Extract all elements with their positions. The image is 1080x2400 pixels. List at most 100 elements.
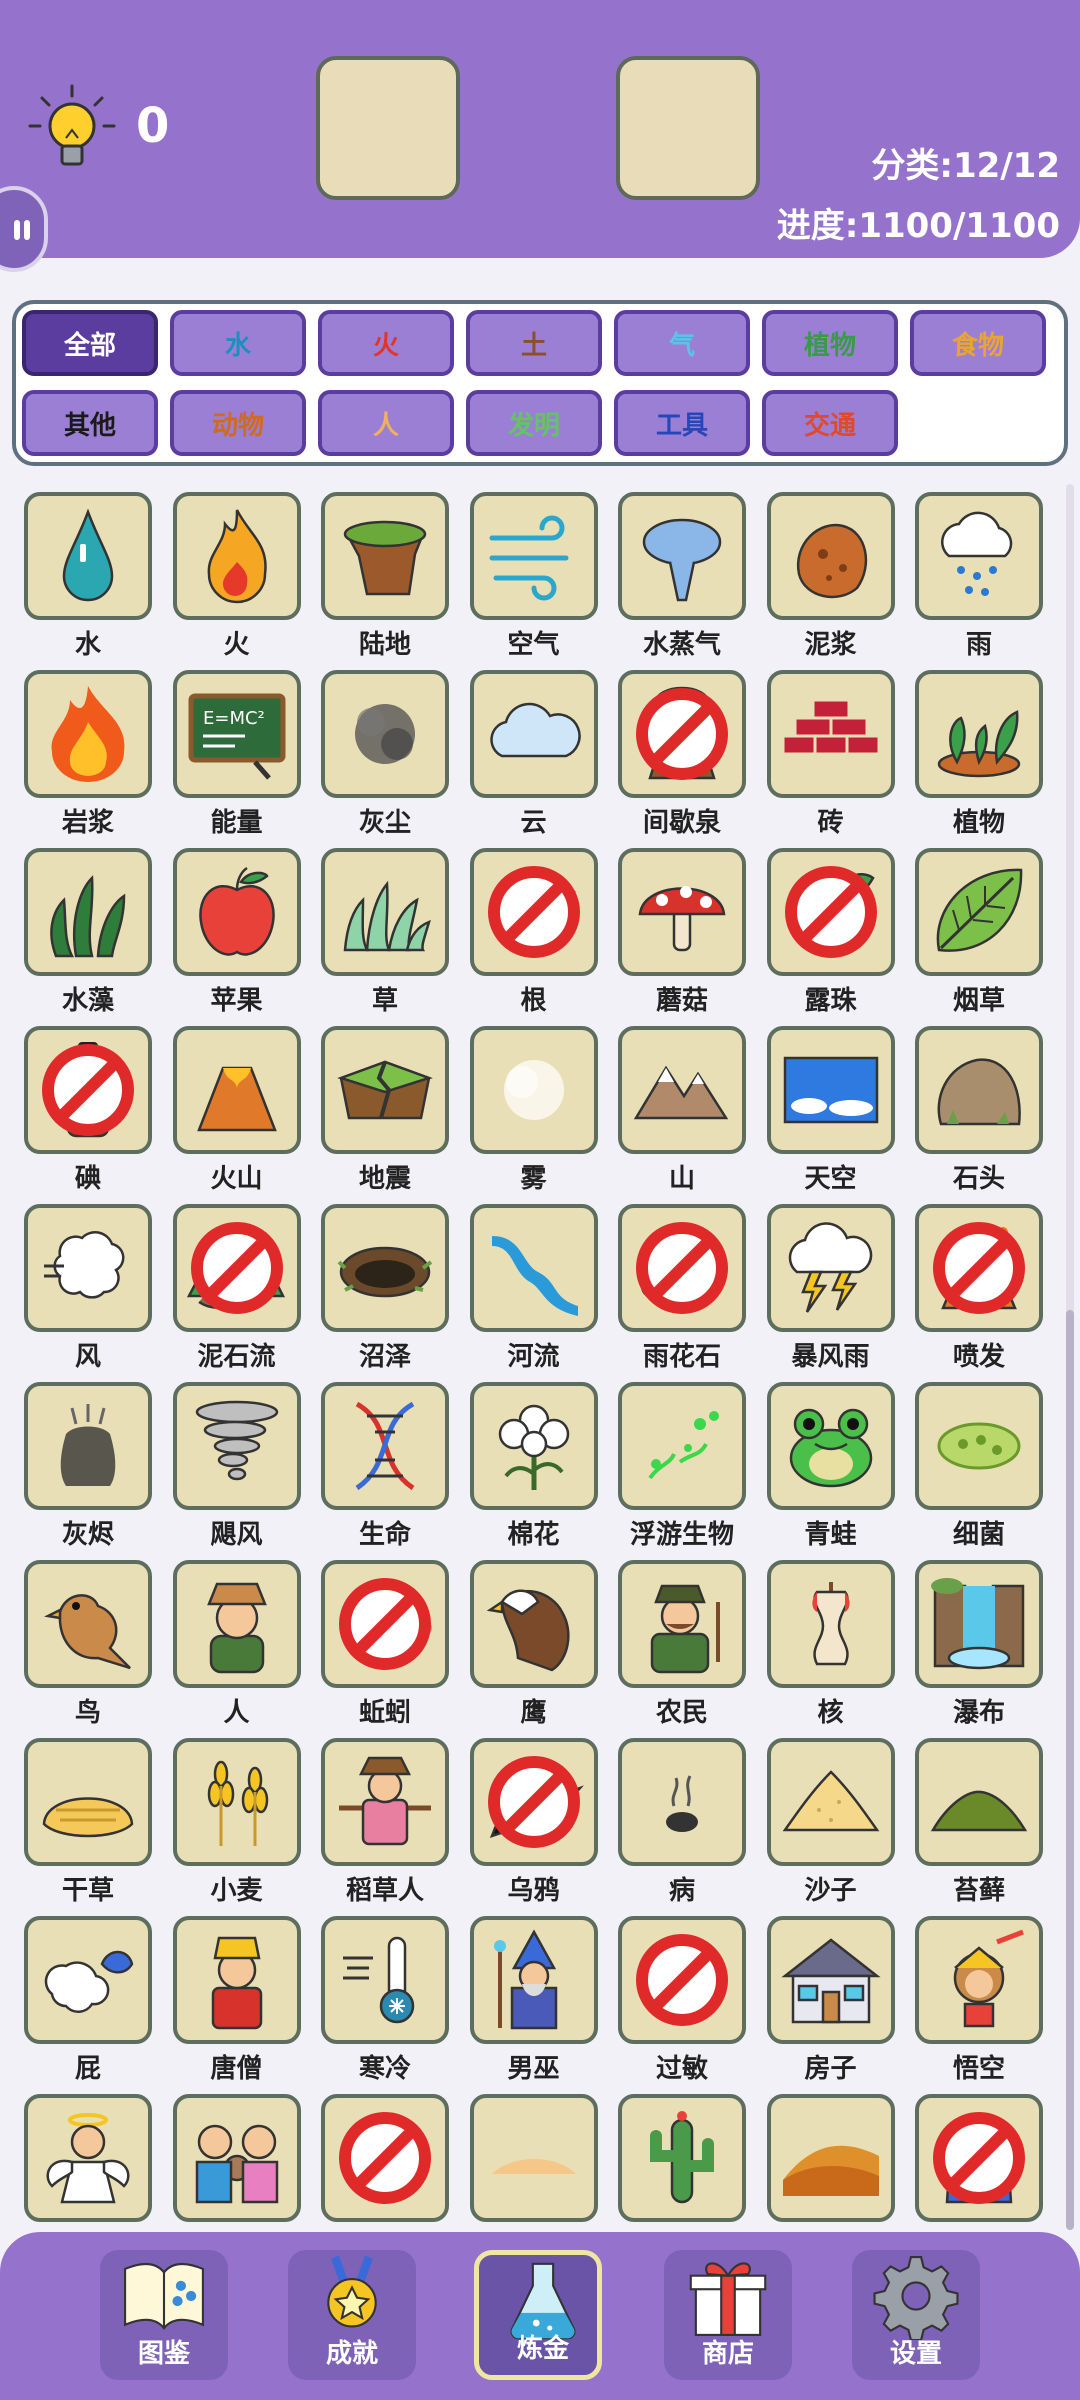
element-card[interactable]: 细菌 — [905, 1374, 1053, 1552]
element-tile[interactable] — [469, 848, 598, 976]
element-card[interactable]: 棉花 — [460, 1374, 608, 1552]
element-tile[interactable] — [172, 1560, 301, 1688]
element-card[interactable]: 蚯蚓 — [311, 1552, 459, 1730]
element-card[interactable]: 水藻 — [14, 840, 162, 1018]
nav-medal[interactable]: 成就 — [288, 2250, 416, 2380]
element-tile[interactable] — [469, 1738, 598, 1866]
element-tile[interactable] — [469, 1916, 598, 2044]
element-tile[interactable] — [766, 1738, 895, 1866]
element-tile[interactable] — [469, 1560, 598, 1688]
element-card[interactable]: 天空 — [757, 1018, 905, 1196]
element-tile[interactable] — [24, 1026, 152, 1154]
element-card[interactable]: 泥石流 — [163, 1196, 311, 1374]
element-tile[interactable] — [172, 1204, 301, 1332]
element-card[interactable]: 烟草 — [905, 840, 1053, 1018]
element-tile[interactable] — [172, 1382, 301, 1510]
nav-gear[interactable]: 设置 — [852, 2250, 980, 2380]
filter-tab-10[interactable]: 发明 — [466, 390, 602, 456]
element-card[interactable]: 过敏 — [608, 1908, 756, 2086]
element-card[interactable]: 草 — [311, 840, 459, 1018]
element-card[interactable]: 地震 — [311, 1018, 459, 1196]
nav-book[interactable]: 图鉴 — [100, 2250, 228, 2380]
element-tile[interactable] — [915, 1026, 1043, 1154]
element-card[interactable]: 小麦 — [163, 1730, 311, 1908]
element-card[interactable]: 蘑菇 — [608, 840, 756, 1018]
element-tile[interactable] — [24, 1382, 152, 1510]
element-tile[interactable] — [618, 1560, 746, 1688]
filter-tab-11[interactable]: 工具 — [614, 390, 750, 456]
element-tile[interactable]: E=MC² — [172, 670, 301, 798]
element-tile[interactable] — [618, 1382, 746, 1510]
element-tile[interactable] — [766, 2094, 895, 2222]
element-card[interactable] — [14, 2086, 162, 2230]
element-card[interactable]: 浮游生物 — [608, 1374, 756, 1552]
element-tile[interactable] — [766, 670, 895, 798]
element-card[interactable]: 石头 — [905, 1018, 1053, 1196]
element-tile[interactable] — [24, 1738, 152, 1866]
element-tile[interactable] — [766, 1560, 895, 1688]
element-tile[interactable] — [766, 848, 895, 976]
element-card[interactable]: 砖 — [757, 662, 905, 840]
element-card[interactable]: 瀑布 — [905, 1552, 1053, 1730]
element-tile[interactable] — [766, 1382, 895, 1510]
element-tile[interactable] — [766, 1026, 895, 1154]
element-card[interactable]: 山 — [608, 1018, 756, 1196]
element-card[interactable]: 雨 — [905, 484, 1053, 662]
filter-tab-8[interactable]: 动物 — [170, 390, 306, 456]
element-card[interactable] — [311, 2086, 459, 2230]
element-tile[interactable] — [618, 670, 746, 798]
element-card[interactable]: 人 — [163, 1552, 311, 1730]
element-card[interactable]: 火山 — [163, 1018, 311, 1196]
element-tile[interactable] — [915, 670, 1043, 798]
element-card[interactable]: 灰烬 — [14, 1374, 162, 1552]
element-tile[interactable] — [172, 492, 301, 620]
grid-scrollbar-thumb[interactable] — [1066, 1310, 1074, 2230]
element-tile[interactable] — [915, 1560, 1043, 1688]
element-card[interactable]: 沙子 — [757, 1730, 905, 1908]
filter-tab-7[interactable]: 其他 — [22, 390, 158, 456]
element-card[interactable]: 火 — [163, 484, 311, 662]
filter-tab-0[interactable]: 全部 — [22, 310, 158, 376]
element-tile[interactable] — [915, 1916, 1043, 2044]
element-card[interactable]: 岩浆 — [14, 662, 162, 840]
filter-tab-3[interactable]: 土 — [466, 310, 602, 376]
element-tile[interactable] — [618, 1916, 746, 2044]
element-tile[interactable] — [915, 1204, 1043, 1332]
element-tile[interactable] — [321, 1916, 449, 2044]
element-tile[interactable] — [321, 670, 449, 798]
element-card[interactable]: 鸟 — [14, 1552, 162, 1730]
element-card[interactable]: 沼泽 — [311, 1196, 459, 1374]
element-tile[interactable] — [321, 1382, 449, 1510]
element-card[interactable]: 干草 — [14, 1730, 162, 1908]
element-card[interactable] — [163, 2086, 311, 2230]
element-card[interactable]: 灰尘 — [311, 662, 459, 840]
element-card[interactable] — [460, 2086, 608, 2230]
element-card[interactable]: 屁 — [14, 1908, 162, 2086]
element-card[interactable]: 水蒸气 — [608, 484, 756, 662]
element-tile[interactable] — [618, 1026, 746, 1154]
element-tile[interactable] — [24, 848, 152, 976]
element-card[interactable]: 苹果 — [163, 840, 311, 1018]
element-tile[interactable] — [172, 1916, 301, 2044]
element-tile[interactable] — [915, 1738, 1043, 1866]
element-card[interactable]: 植物 — [905, 662, 1053, 840]
element-card[interactable] — [608, 2086, 756, 2230]
filter-tab-5[interactable]: 植物 — [762, 310, 898, 376]
element-card[interactable]: 乌鸦 — [460, 1730, 608, 1908]
element-card[interactable]: 风 — [14, 1196, 162, 1374]
element-tile[interactable] — [915, 492, 1043, 620]
element-card[interactable]: 农民 — [608, 1552, 756, 1730]
element-card[interactable] — [757, 2086, 905, 2230]
combine-slot-right[interactable] — [616, 56, 760, 200]
element-tile[interactable] — [469, 2094, 598, 2222]
lightbulb-icon[interactable] — [24, 82, 120, 178]
element-card[interactable]: 露珠 — [757, 840, 905, 1018]
element-card[interactable]: 生命 — [311, 1374, 459, 1552]
element-card[interactable]: 唐僧 — [163, 1908, 311, 2086]
element-tile[interactable] — [766, 492, 895, 620]
element-tile[interactable] — [618, 1204, 746, 1332]
element-card[interactable]: 稻草人 — [311, 1730, 459, 1908]
element-tile[interactable] — [321, 1026, 449, 1154]
nav-gift[interactable]: 商店 — [664, 2250, 792, 2380]
filter-tab-9[interactable]: 人 — [318, 390, 454, 456]
